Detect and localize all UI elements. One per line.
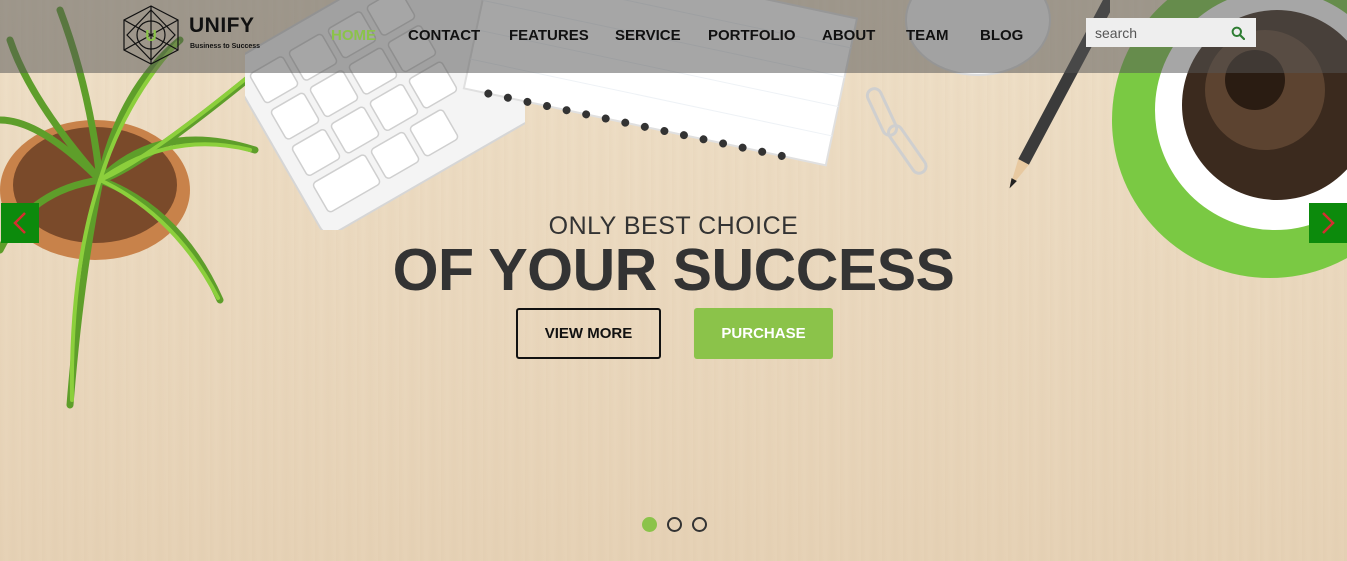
site-header: U UNIFY Business to Success HOME CONTACT… bbox=[0, 0, 1347, 73]
brand-name: UNIFY bbox=[189, 14, 255, 37]
nav-about[interactable]: ABOUT bbox=[822, 27, 875, 44]
nav-home[interactable]: HOME bbox=[331, 27, 376, 44]
nav-features[interactable]: FEATURES bbox=[509, 27, 589, 44]
nav-blog[interactable]: BLOG bbox=[980, 27, 1023, 44]
svg-text:U: U bbox=[145, 28, 157, 45]
purchase-button[interactable]: PURCHASE bbox=[694, 308, 833, 359]
search-icon bbox=[1231, 26, 1245, 40]
nav-team[interactable]: TEAM bbox=[906, 27, 949, 44]
nav-portfolio[interactable]: PORTFOLIO bbox=[708, 27, 796, 44]
search-box bbox=[1086, 18, 1256, 47]
slide-dot-3[interactable] bbox=[692, 517, 707, 532]
slide-dot-1[interactable] bbox=[642, 517, 657, 532]
paperclips-image bbox=[865, 87, 928, 175]
nav-contact[interactable]: CONTACT bbox=[408, 27, 480, 44]
search-input[interactable] bbox=[1086, 18, 1220, 47]
view-more-button[interactable]: VIEW MORE bbox=[516, 308, 661, 359]
brand-tagline: Business to Success bbox=[190, 43, 261, 50]
hero-title: OF YOUR SUCCESS bbox=[392, 237, 955, 303]
nav-service[interactable]: SERVICE bbox=[615, 27, 681, 44]
logo-mark-icon: U bbox=[123, 5, 179, 65]
hero-slider: U UNIFY Business to Success HOME CONTACT… bbox=[0, 0, 1347, 561]
brand-logo[interactable]: U UNIFY Business to Success bbox=[120, 4, 260, 66]
slide-dot-2[interactable] bbox=[667, 517, 682, 532]
search-button[interactable] bbox=[1220, 18, 1256, 47]
